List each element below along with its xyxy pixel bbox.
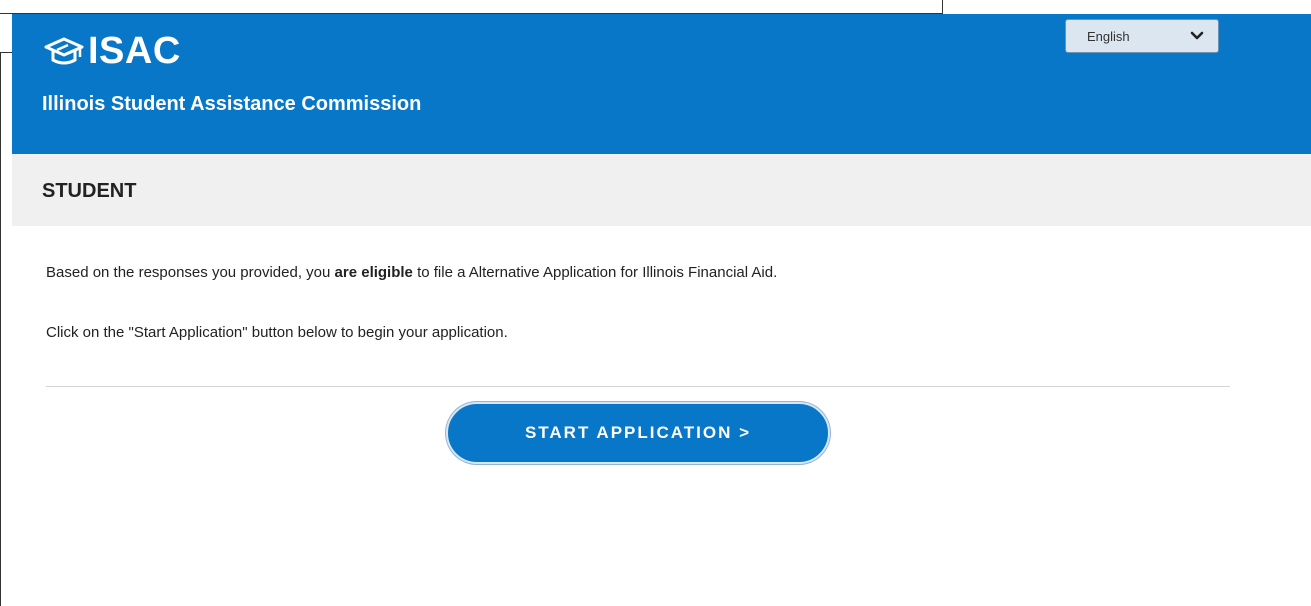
section-header: STUDENT (12, 154, 1311, 226)
chevron-down-icon (1190, 31, 1204, 40)
divider (46, 386, 1230, 387)
language-selected-value: English (1087, 28, 1130, 44)
start-application-button[interactable]: START APPLICATION > (446, 402, 830, 464)
eligibility-message: Based on the responses you provided, you… (46, 264, 777, 281)
window-frame-left (0, 52, 1, 606)
isac-logo[interactable]: ISAC (42, 30, 181, 73)
window-frame-stub (0, 52, 12, 53)
instruction-text: Click on the "Start Application" button … (46, 324, 508, 341)
section-title: STUDENT (42, 180, 137, 202)
organization-name: Illinois Student Assistance Commission (42, 93, 422, 115)
eligibility-suffix: to file a Alternative Application for Il… (412, 264, 778, 281)
eligibility-prefix: Based on the responses you provided, you (46, 264, 335, 281)
language-select[interactable]: English (1065, 19, 1219, 53)
window-frame-top (0, 0, 943, 14)
eligibility-emphasis: are eligible (334, 264, 413, 281)
logo-text: ISAC (88, 30, 181, 72)
graduation-cap-icon (44, 37, 84, 64)
